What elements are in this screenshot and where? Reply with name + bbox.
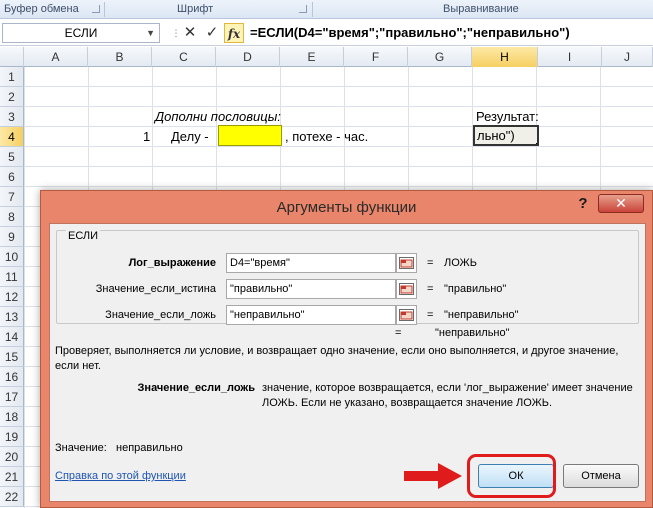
row-header[interactable]: 13: [0, 307, 24, 327]
arg-label-value-if-true: Значение_если_истина: [95, 283, 216, 295]
red-arrow-icon: [404, 463, 464, 494]
dialog-title[interactable]: Аргументы функции: [41, 191, 652, 223]
row-header[interactable]: 5: [0, 147, 24, 167]
row-header[interactable]: 21: [0, 467, 24, 487]
row-header[interactable]: 22: [0, 487, 24, 507]
arg-equals: =: [427, 283, 434, 295]
row-header[interactable]: 1: [0, 67, 24, 87]
arg-result-value-if-true: "правильно": [444, 283, 507, 295]
ribbon-group-strip: Буфер обмена Шрифт Выравнивание: [0, 0, 653, 19]
arg-input-logical-test[interactable]: D4="время": [226, 253, 396, 273]
collapse-dialog-icon[interactable]: [396, 279, 417, 299]
collapse-dialog-icon[interactable]: [396, 305, 417, 325]
column-header-j[interactable]: J: [602, 47, 653, 67]
arg-label-value-if-false: Значение_если_ложь: [105, 309, 216, 321]
row-header[interactable]: 12: [0, 287, 24, 307]
row-header[interactable]: 9: [0, 227, 24, 247]
column-header-h[interactable]: H: [472, 47, 538, 67]
column-header-g[interactable]: G: [408, 47, 472, 67]
formula-value-label: Значение:: [55, 442, 107, 454]
arg-input-value-if-true[interactable]: "правильно": [226, 279, 396, 299]
chevron-down-icon[interactable]: ▼: [146, 24, 155, 42]
column-headers: A B C D E F G H I J: [0, 47, 653, 67]
cell-c3[interactable]: Дополни пословицы:: [155, 107, 281, 127]
ribbon-group-label: Шрифт: [177, 3, 214, 15]
fill-handle[interactable]: [536, 143, 537, 144]
row-header[interactable]: 20: [0, 447, 24, 467]
ribbon-group-label: Выравнивание: [443, 3, 519, 15]
function-arguments-dialog: Аргументы функции ? ✕ ЕСЛИ Лог_выражение…: [40, 190, 653, 508]
formula-input[interactable]: =ЕСЛИ(D4="время";"правильно";"неправильн…: [250, 23, 653, 43]
argument-help-text: значение, которое возвращается, если 'ло…: [262, 382, 633, 409]
cancel-formula-icon[interactable]: ✕: [180, 23, 200, 43]
enter-formula-icon[interactable]: ✓: [202, 23, 222, 43]
ribbon-group-font[interactable]: Шрифт: [105, 0, 312, 19]
row-header[interactable]: 14: [0, 327, 24, 347]
formula-result: "неправильно": [435, 327, 510, 339]
ribbon-group-alignment[interactable]: Выравнивание: [313, 0, 653, 19]
row-header[interactable]: 18: [0, 407, 24, 427]
arg-result-logical-test: ЛОЖЬ: [444, 257, 477, 269]
row-header[interactable]: 17: [0, 387, 24, 407]
arg-input-value-if-false[interactable]: "неправильно": [226, 305, 396, 325]
row-header[interactable]: 15: [0, 347, 24, 367]
column-header-a[interactable]: A: [24, 47, 88, 67]
highlight-ring: [467, 454, 556, 498]
column-header-d[interactable]: D: [216, 47, 280, 67]
dialog-launcher-icon[interactable]: [92, 5, 100, 13]
column-header-f[interactable]: F: [344, 47, 408, 67]
function-help-link[interactable]: Справка по этой функции: [55, 469, 186, 484]
column-header-c[interactable]: C: [152, 47, 216, 67]
column-header-e[interactable]: E: [280, 47, 344, 67]
cell-b4[interactable]: 1: [143, 127, 150, 147]
argument-help-name: Значение_если_ложь: [137, 382, 255, 394]
cancel-button[interactable]: Отмена: [563, 464, 639, 488]
dialog-launcher-icon[interactable]: [299, 5, 307, 13]
function-description: Проверяет, выполняется ли условие, и воз…: [55, 345, 619, 372]
cell-d4[interactable]: [218, 125, 282, 146]
row-header[interactable]: 16: [0, 367, 24, 387]
help-button[interactable]: ?: [572, 193, 594, 215]
row-header[interactable]: 11: [0, 267, 24, 287]
row-header[interactable]: 8: [0, 207, 24, 227]
arg-equals: =: [427, 309, 434, 321]
select-all-corner[interactable]: [0, 47, 24, 67]
insert-function-icon[interactable]: fx: [224, 23, 244, 43]
arguments-group: ЕСЛИ Лог_выражение D4="время" = ЛОЖЬ Зна…: [56, 230, 639, 325]
cell-c4[interactable]: Делу -: [171, 127, 209, 147]
function-name: ЕСЛИ: [66, 230, 101, 242]
cell-e4[interactable]: , потехе - час.: [285, 127, 368, 147]
cell-h3[interactable]: Результат:: [476, 107, 539, 127]
row-header[interactable]: 7: [0, 187, 24, 207]
row-header[interactable]: 3: [0, 107, 24, 127]
formula-result-equals: =: [395, 327, 402, 339]
formula-value: неправильно: [116, 442, 183, 454]
ribbon-group-clipboard[interactable]: Буфер обмена: [0, 0, 105, 19]
row-header[interactable]: 2: [0, 87, 24, 107]
cell-h4-value: льно"): [477, 128, 515, 143]
arg-equals: =: [427, 257, 434, 269]
collapse-dialog-icon[interactable]: [396, 253, 417, 273]
arg-result-value-if-false: "неправильно": [444, 309, 519, 321]
name-box[interactable]: ЕСЛИ ▼: [2, 23, 160, 43]
arg-label-logical-test: Лог_выражение: [128, 257, 216, 269]
row-header[interactable]: 4: [0, 127, 24, 147]
row-header[interactable]: 10: [0, 247, 24, 267]
column-header-b[interactable]: B: [88, 47, 152, 67]
row-header[interactable]: 19: [0, 427, 24, 447]
row-header[interactable]: 6: [0, 167, 24, 187]
column-header-i[interactable]: I: [538, 47, 602, 67]
close-button[interactable]: ✕: [598, 194, 644, 213]
formula-bar: ЕСЛИ ▼ ⋮ ✕ ✓ fx =ЕСЛИ(D4="время";"правил…: [0, 20, 653, 46]
name-box-value: ЕСЛИ: [64, 26, 98, 40]
ribbon-group-label: Буфер обмена: [4, 3, 79, 15]
dialog-body: ЕСЛИ Лог_выражение D4="время" = ЛОЖЬ Зна…: [49, 223, 646, 502]
cell-h4[interactable]: льно"): [473, 125, 539, 146]
